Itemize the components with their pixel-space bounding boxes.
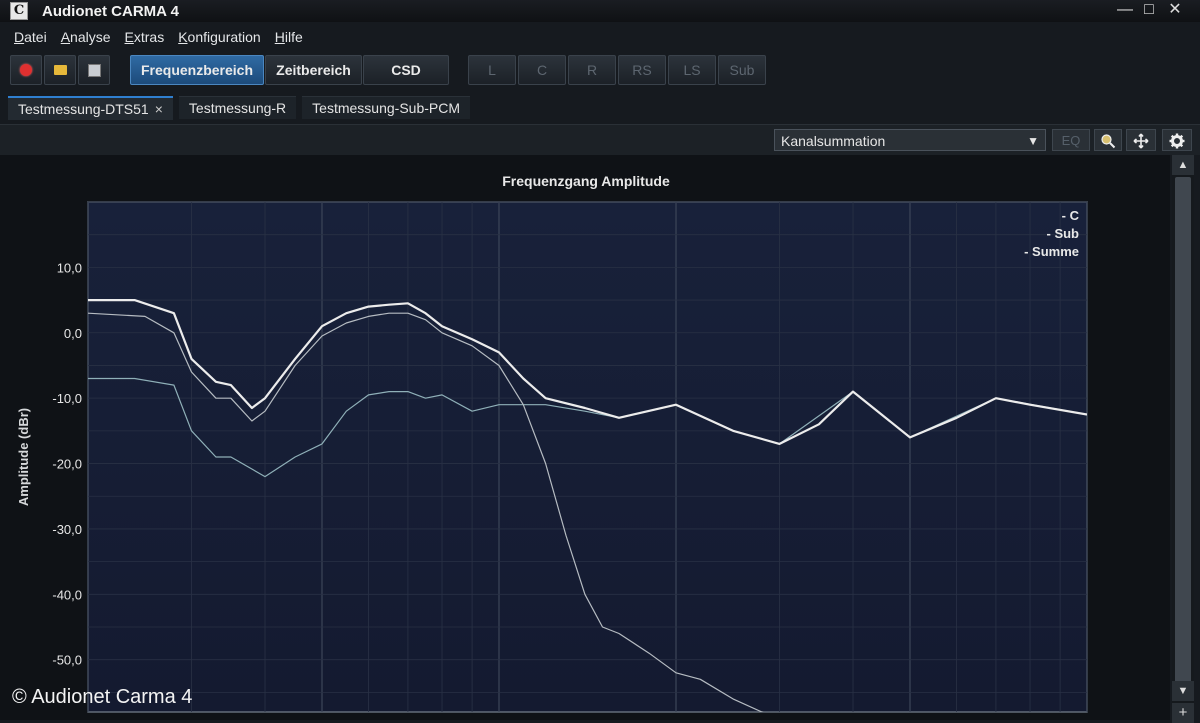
channel-rs-button[interactable]: RS (618, 55, 666, 85)
chevron-down-icon: ▼ (1027, 134, 1039, 148)
y-tick-labels: 10,0 0,0 -10,0 -20,0 -30,0 -40,0 -50,0 (52, 260, 82, 667)
tab-frequenzbereich[interactable]: Frequenzbereich (130, 55, 264, 85)
save-icon (87, 64, 101, 77)
move-button[interactable] (1126, 129, 1156, 151)
chart-title: Frequenzgang Amplitude (502, 173, 670, 189)
tab-testmessung-r[interactable]: Testmessung-R (178, 96, 297, 119)
vertical-scrollbar[interactable]: ▲ ▼ + (1172, 155, 1194, 723)
minimize-icon[interactable]: — (1112, 0, 1138, 22)
app-logo-icon: C (10, 2, 28, 20)
zoom-button[interactable] (1094, 129, 1122, 151)
y-tick-label: 10,0 (57, 260, 82, 275)
channel-l-button[interactable]: L (468, 55, 516, 85)
channel-ls-button[interactable]: LS (668, 55, 716, 85)
gear-icon (1169, 133, 1185, 149)
y-tick-label: 0,0 (64, 326, 82, 341)
tab-testmessung-dts51[interactable]: Testmessung-DTS51 × (8, 96, 173, 120)
document-tabs: Testmessung-DTS51 × Testmessung-R Testmes… (8, 96, 476, 120)
frequency-response-chart[interactable]: Frequenzgang Amplitude 10,0 0,0 -10,0 -20,0… (0, 155, 1170, 723)
channel-sub-button[interactable]: Sub (718, 55, 766, 85)
menu-bar: Datei Analyse Extras Konfiguration Hilfe (0, 26, 1200, 48)
save-button[interactable] (78, 55, 110, 85)
y-tick-label: -30,0 (52, 522, 82, 537)
maximize-icon[interactable]: □ (1136, 0, 1162, 22)
scrollbar-thumb[interactable] (1175, 177, 1191, 687)
close-icon[interactable]: ✕ (1162, 0, 1188, 22)
plot-background (87, 201, 1088, 713)
legend-entry: - Sub (1047, 226, 1080, 241)
settings-button[interactable] (1162, 129, 1192, 151)
legend-entry: - Summe (1024, 244, 1079, 259)
menu-hilfe[interactable]: Hilfe (275, 26, 303, 48)
chart-panel: Frequenzgang Amplitude 10,0 0,0 -10,0 -20,0… (0, 155, 1170, 723)
menu-datei[interactable]: Datei (14, 26, 47, 48)
tab-label: Testmessung-Sub-PCM (312, 100, 460, 116)
watermark: © Audionet Carma 4 (12, 686, 193, 708)
scroll-up-icon[interactable]: ▲ (1172, 155, 1194, 175)
window-title: Audionet CARMA 4 (42, 2, 179, 20)
y-tick-label: -10,0 (52, 391, 82, 406)
scroll-down-icon[interactable]: ▼ (1172, 681, 1194, 701)
title-bar: C Audionet CARMA 4 — □ ✕ (0, 0, 1200, 22)
tab-testmessung-sub-pcm[interactable]: Testmessung-Sub-PCM (302, 96, 470, 119)
close-tab-icon[interactable]: × (155, 101, 163, 117)
menu-extras[interactable]: Extras (125, 26, 165, 48)
tab-csd[interactable]: CSD (363, 55, 449, 85)
add-icon[interactable]: + (1172, 703, 1194, 723)
mode-select[interactable]: Kanalsummation ▼ (774, 129, 1046, 151)
zoom-icon (1101, 134, 1116, 149)
eq-button[interactable]: EQ (1052, 129, 1090, 151)
menu-konfiguration[interactable]: Konfiguration (178, 26, 261, 48)
y-tick-label: -20,0 (52, 457, 82, 472)
mode-select-value: Kanalsummation (781, 133, 886, 149)
record-button[interactable] (10, 55, 42, 85)
tab-label: Testmessung-R (188, 100, 287, 116)
open-button[interactable] (44, 55, 76, 85)
tab-zeitbereich[interactable]: Zeitbereich (265, 55, 362, 85)
chart-toolbar: Kanalsummation ▼ EQ (0, 124, 1200, 155)
channel-c-button[interactable]: C (518, 55, 566, 85)
y-tick-label: -50,0 (52, 653, 82, 668)
legend-entry: - C (1062, 208, 1080, 223)
y-tick-label: -40,0 (52, 587, 82, 602)
open-folder-icon (53, 65, 67, 75)
toolbar: Frequenzbereich Zeitbereich CSD L C R RS… (10, 55, 770, 85)
record-icon (20, 64, 32, 76)
menu-analyse[interactable]: Analyse (61, 26, 111, 48)
y-axis-label: Amplitude (dBr) (16, 408, 31, 506)
tab-label: Testmessung-DTS51 (18, 101, 149, 117)
move-icon (1133, 133, 1149, 149)
channel-r-button[interactable]: R (568, 55, 616, 85)
